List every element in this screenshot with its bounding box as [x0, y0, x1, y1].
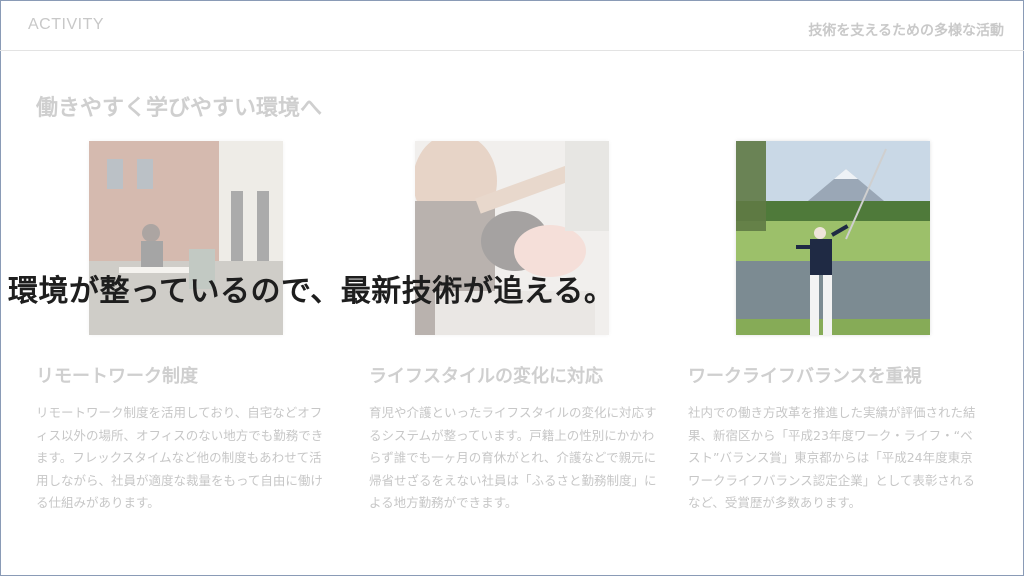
overlay-caption: 環境が整っているので、最新技術が追える。 [8, 274, 615, 309]
card-title-work-life-balance: ワークライフバランスを重視 [688, 366, 922, 387]
card-title-lifestyle: ライフスタイルの変化に対応 [369, 366, 603, 387]
card-body-remote-work: リモートワーク制度を活用しており、自宅などオフィス以外の場所、オフィスのない地方… [36, 405, 324, 510]
header-title: 技術を支えるための多様な活動 [808, 23, 1004, 39]
golf-photo [736, 141, 930, 335]
card-body-lifestyle: 育児や介護といったライフスタイルの変化に対応するシステムが整っています。戸籍上の… [369, 405, 657, 510]
brand-label: ACTIVITY [28, 16, 105, 33]
top-bar: ACTIVITY 技術を支えるための多様な活動 [0, 0, 1024, 51]
card-title-remote-work: リモートワーク制度 [36, 366, 198, 387]
card-body-work-life-balance: 社内での働き方改革を推進した実績が評価された結果、新宿区から「平成23年度ワーク… [688, 405, 976, 510]
section-title: 働きやすく学びやすい環境へ [36, 96, 323, 121]
